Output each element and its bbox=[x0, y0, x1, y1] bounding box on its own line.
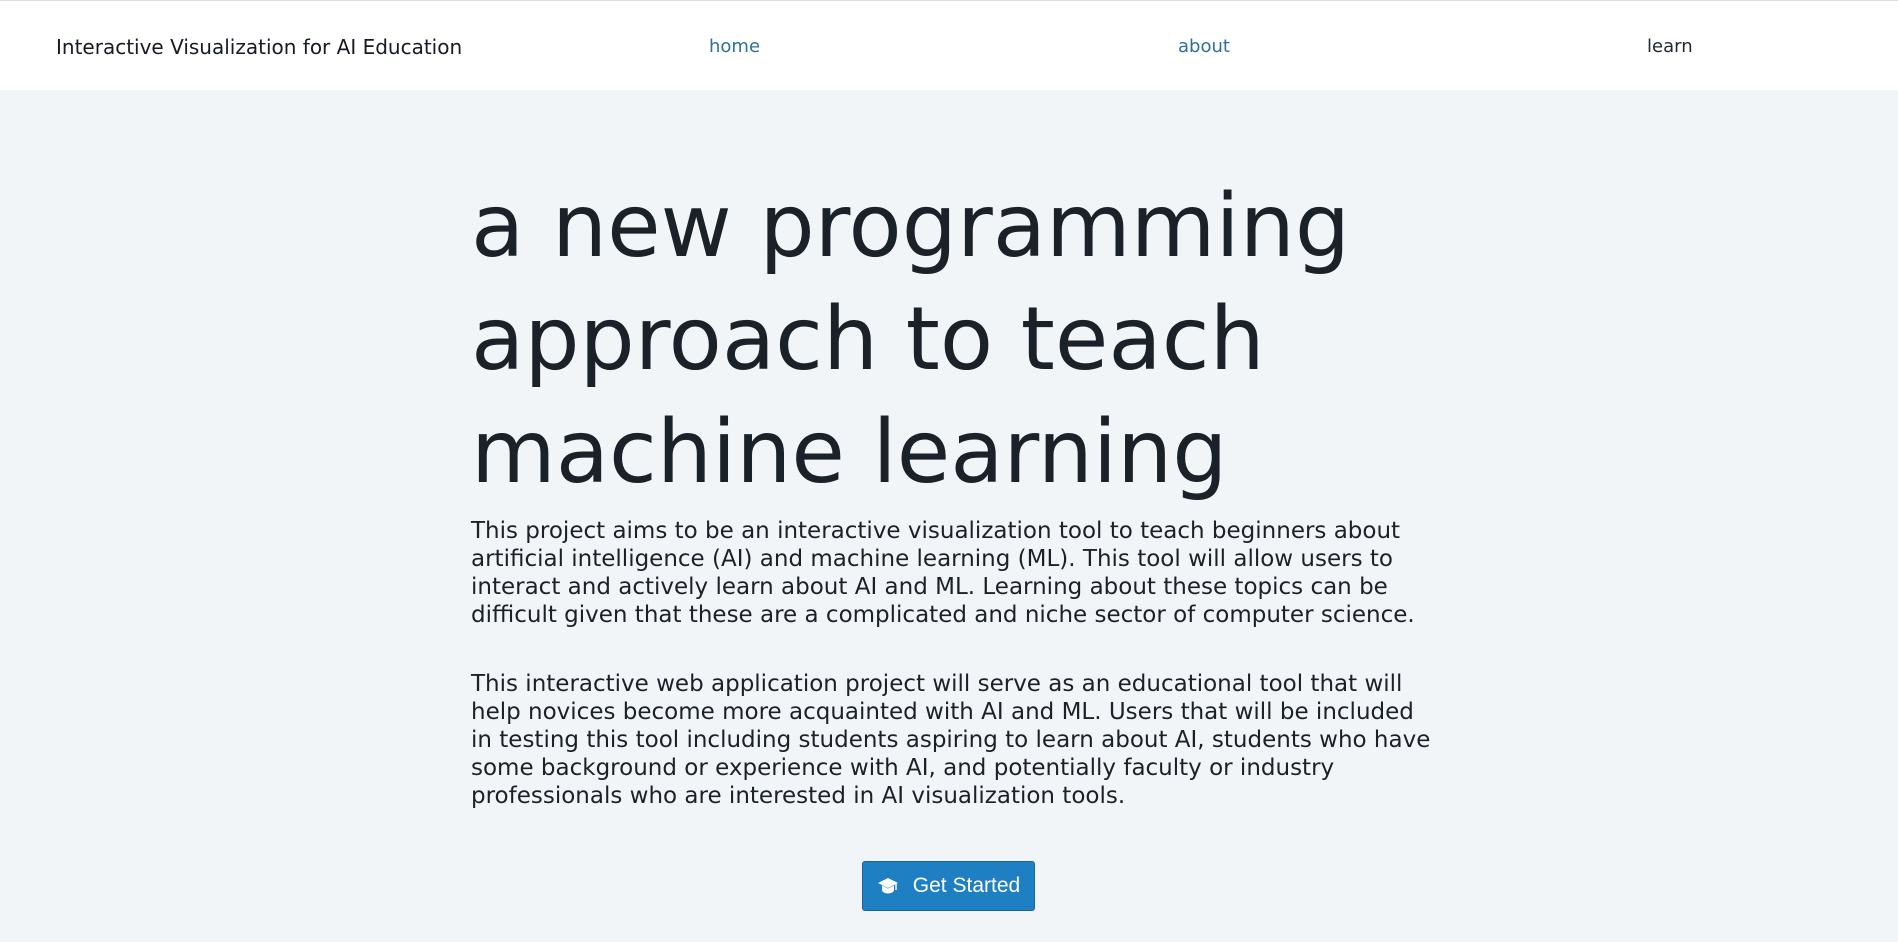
intro-paragraph: This project aims to be an interactive v… bbox=[471, 518, 1415, 628]
hero-section: a new programming approach to teach mach… bbox=[471, 170, 1431, 810]
site-brand[interactable]: Interactive Visualization for AI Educati… bbox=[56, 35, 462, 59]
get-started-label: Get Started bbox=[912, 874, 1021, 897]
nav-link-about[interactable]: about bbox=[1178, 36, 1230, 58]
hero-title-line: machine learning bbox=[471, 401, 1228, 503]
graduation-cap-icon bbox=[877, 878, 898, 894]
nav-link-home[interactable]: home bbox=[709, 36, 760, 58]
hero-title-line: a new programming bbox=[471, 175, 1351, 277]
description-paragraph: This interactive web application project… bbox=[471, 671, 1431, 809]
get-started-button[interactable]: Get Started bbox=[862, 861, 1035, 911]
hero-title: a new programming approach to teach mach… bbox=[471, 170, 1431, 509]
top-navbar: Interactive Visualization for AI Educati… bbox=[0, 0, 1898, 90]
nav-link-learn[interactable]: learn bbox=[1647, 36, 1693, 58]
hero-title-line: approach to teach bbox=[471, 288, 1265, 390]
page: Interactive Visualization for AI Educati… bbox=[0, 0, 1898, 942]
